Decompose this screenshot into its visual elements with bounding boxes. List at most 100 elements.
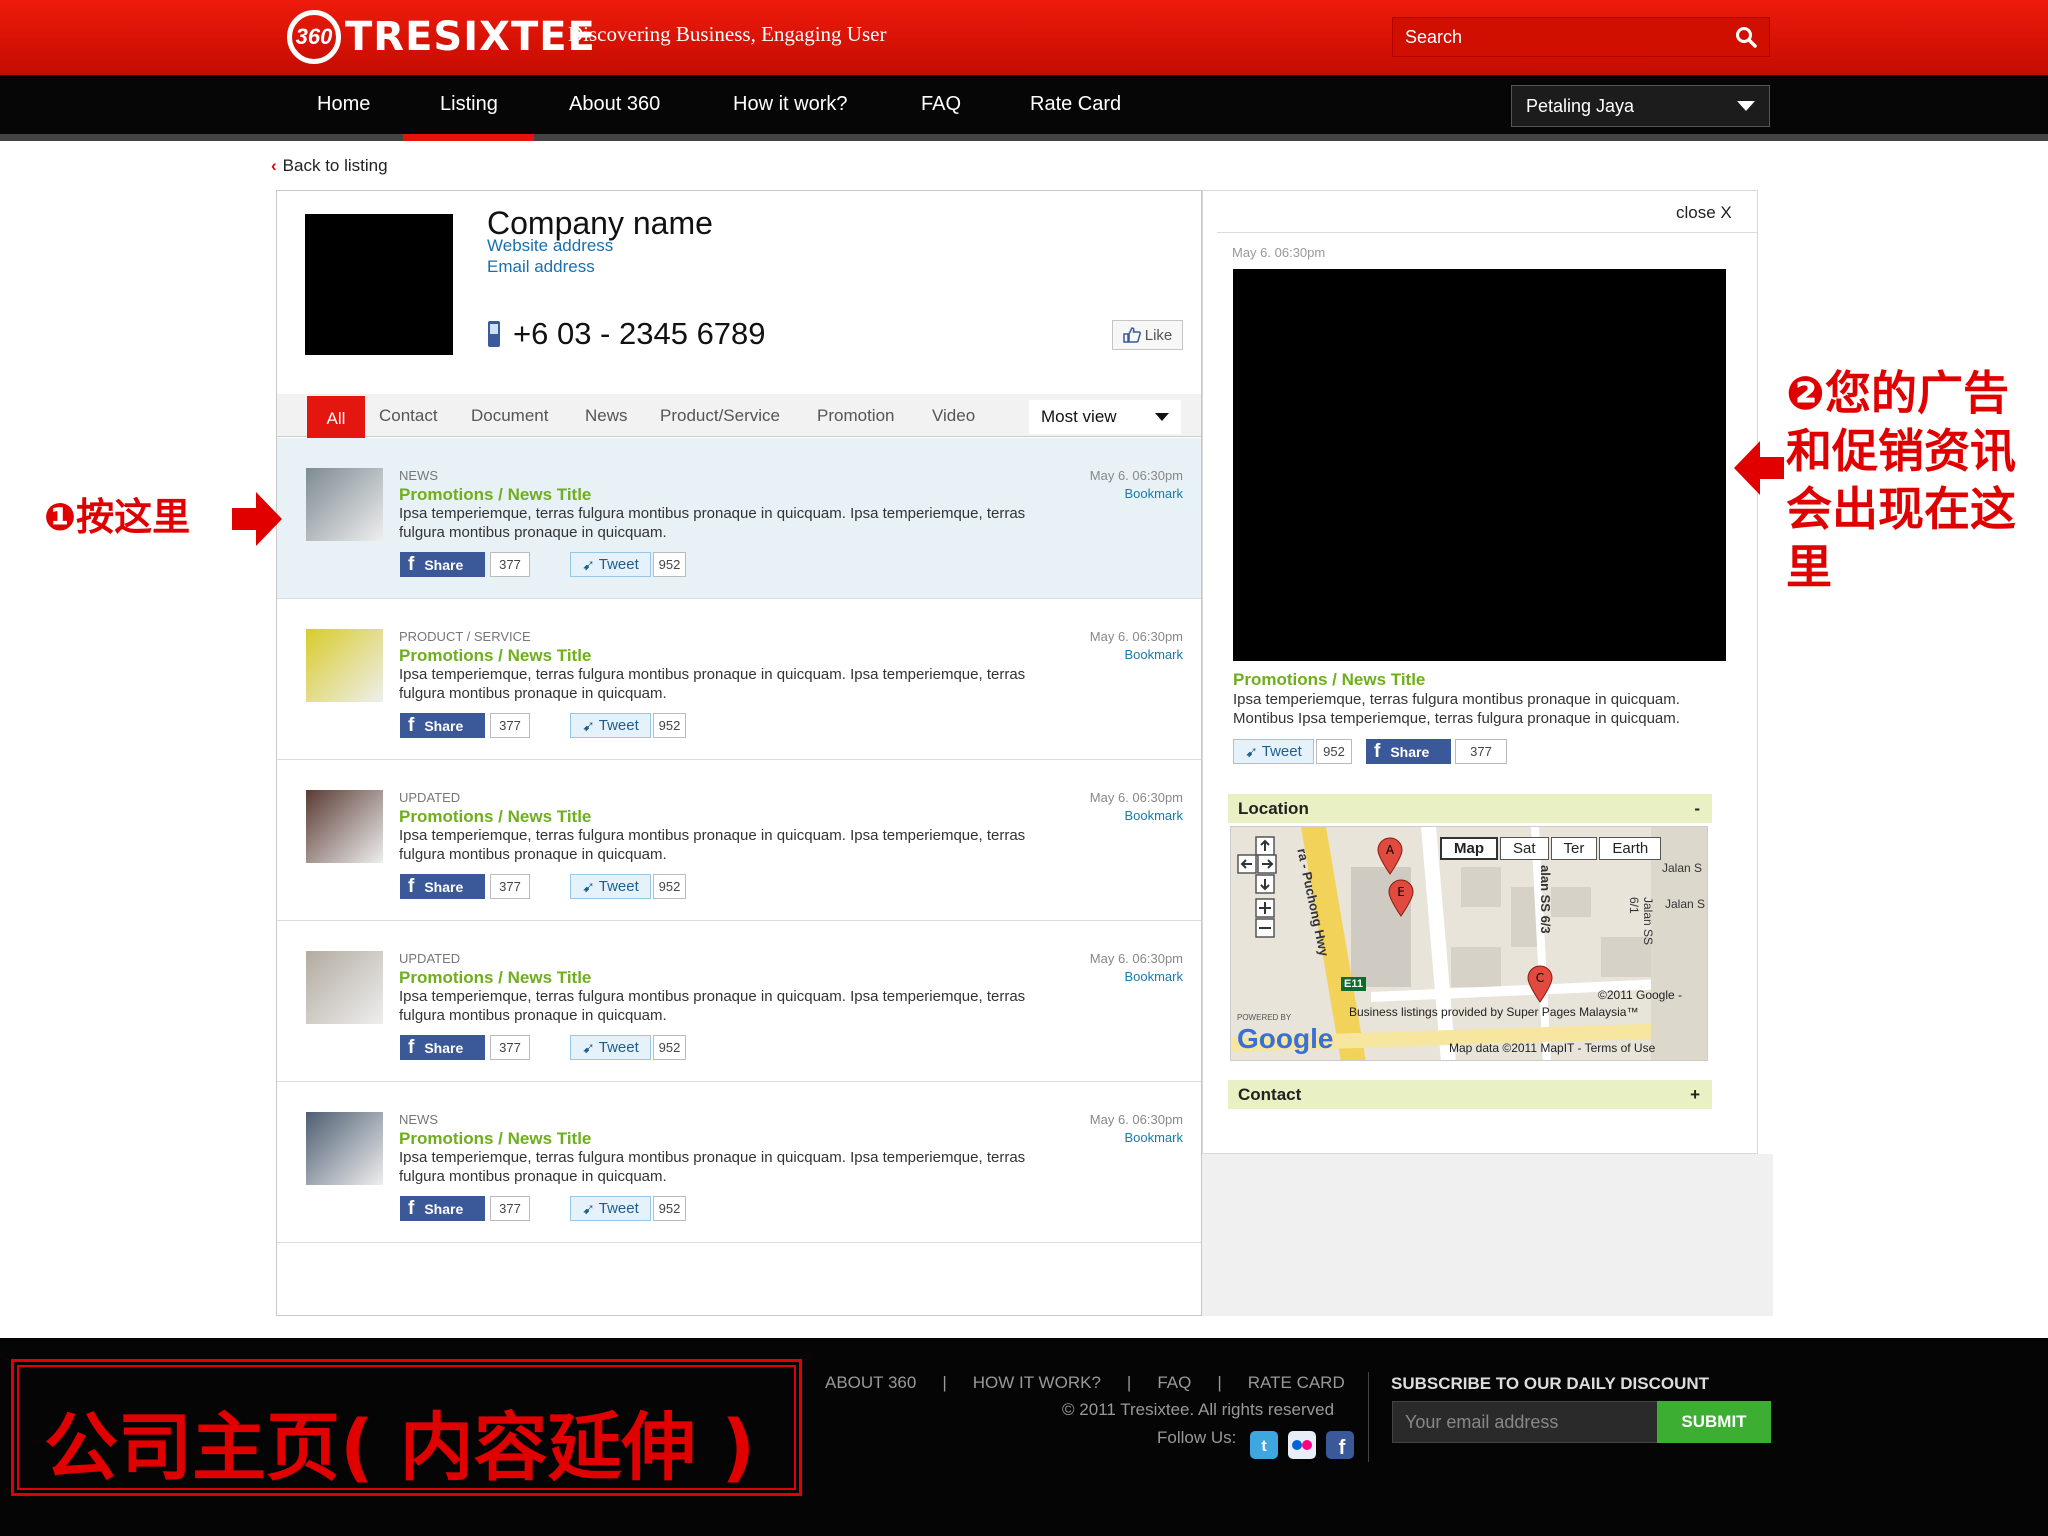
detail-tweet-button[interactable]: ➹ Tweet bbox=[1233, 739, 1314, 764]
facebook-share-button[interactable]: f Share bbox=[400, 713, 485, 738]
tweet-button[interactable]: ➹ Tweet bbox=[570, 713, 651, 738]
tab-promotion[interactable]: Promotion bbox=[817, 406, 894, 426]
like-button[interactable]: Like bbox=[1112, 320, 1183, 350]
listing-date: May 6. 06:30pm bbox=[1089, 629, 1183, 644]
map-business-listings: Business listings provided by Super Page… bbox=[1349, 1005, 1639, 1019]
listing-title[interactable]: Promotions / News Title bbox=[399, 968, 591, 988]
tab-video[interactable]: Video bbox=[932, 406, 975, 426]
footer-link-about[interactable]: ABOUT 360 bbox=[825, 1373, 916, 1393]
tab-contact[interactable]: Contact bbox=[379, 406, 438, 426]
expand-icon[interactable]: + bbox=[1690, 1085, 1700, 1105]
nav-how-it-works[interactable]: How it work? bbox=[733, 93, 847, 116]
tab-all[interactable]: All bbox=[307, 396, 365, 441]
bookmark-link[interactable]: Bookmark bbox=[1124, 486, 1183, 501]
detail-share-button[interactable]: f Share bbox=[1366, 739, 1451, 764]
share-count: 377 bbox=[490, 1035, 530, 1060]
search-icon[interactable] bbox=[1735, 26, 1757, 48]
facebook-share-button[interactable]: f Share bbox=[400, 874, 485, 899]
detail-title[interactable]: Promotions / News Title bbox=[1233, 670, 1425, 690]
subscribe-email-input[interactable]: Your email address bbox=[1392, 1401, 1658, 1443]
detail-media[interactable] bbox=[1233, 269, 1726, 661]
site-logo[interactable]: 360 TRESIXTEE bbox=[287, 10, 596, 64]
search-input[interactable]: Search bbox=[1392, 17, 1770, 57]
sort-select[interactable]: Most view bbox=[1029, 400, 1181, 434]
listing-thumbnail[interactable] bbox=[306, 951, 383, 1024]
map-route-badge: E11 bbox=[1341, 977, 1366, 991]
bookmark-link[interactable]: Bookmark bbox=[1124, 969, 1183, 984]
twitter-icon[interactable]: t bbox=[1250, 1431, 1278, 1459]
tweet-button[interactable]: ➹ Tweet bbox=[570, 1196, 651, 1221]
twitter-bird-icon: ➹ bbox=[582, 556, 595, 574]
nav-faq[interactable]: FAQ bbox=[921, 93, 961, 116]
email-link[interactable]: Email address bbox=[487, 257, 713, 277]
bookmark-link[interactable]: Bookmark bbox=[1124, 1130, 1183, 1145]
map-type-sat[interactable]: Sat bbox=[1500, 837, 1549, 860]
twitter-bird-icon: ➹ bbox=[1245, 743, 1258, 761]
nav-rate-card[interactable]: Rate Card bbox=[1030, 93, 1121, 116]
footer-link-rate-card[interactable]: RATE CARD bbox=[1248, 1373, 1345, 1393]
listing-description: Ipsa temperiemque, terras fulgura montib… bbox=[399, 827, 1026, 863]
listing-row[interactable]: NEWS Promotions / News Title Ipsa temperie… bbox=[277, 438, 1201, 599]
marker-label: C bbox=[1536, 971, 1544, 985]
tweet-button[interactable]: ➹ Tweet bbox=[570, 874, 651, 899]
facebook-icon: f bbox=[1374, 740, 1381, 762]
share-label: Share bbox=[424, 878, 464, 895]
chevron-down-icon bbox=[1155, 413, 1169, 421]
listing-description: Ipsa temperiemque, terras fulgura montib… bbox=[399, 988, 1026, 1024]
facebook-icon: f bbox=[408, 553, 415, 575]
facebook-share-button[interactable]: f Share bbox=[400, 1035, 485, 1060]
footer-divider bbox=[1368, 1372, 1369, 1462]
nav-about[interactable]: About 360 bbox=[569, 93, 660, 116]
tab-document[interactable]: Document bbox=[471, 406, 548, 426]
detail-date: May 6. 06:30pm bbox=[1232, 245, 1326, 260]
map-terms[interactable]: Map data ©2011 MapIT - Terms of Use bbox=[1449, 1041, 1655, 1055]
close-button[interactable]: close X bbox=[1676, 203, 1732, 223]
location-section-header[interactable]: Location - bbox=[1228, 794, 1712, 823]
facebook-share-button[interactable]: f Share bbox=[400, 552, 485, 577]
listing-row[interactable]: UPDATED Promotions / News Title Ipsa tempe… bbox=[277, 921, 1201, 1082]
company-name: Company name bbox=[487, 205, 713, 241]
footer-link-how[interactable]: HOW IT WORK? bbox=[973, 1373, 1101, 1393]
listing-row[interactable]: UPDATED Promotions / News Title Ipsa tempe… bbox=[277, 760, 1201, 921]
like-label: Like bbox=[1144, 326, 1173, 344]
region-select[interactable]: Petaling Jaya bbox=[1511, 85, 1770, 127]
listing-row[interactable]: NEWS Promotions / News Title Ipsa temperie… bbox=[277, 1082, 1201, 1243]
bookmark-link[interactable]: Bookmark bbox=[1124, 647, 1183, 662]
back-arrow-icon: ‹ bbox=[271, 156, 277, 175]
bookmark-link[interactable]: Bookmark bbox=[1124, 808, 1183, 823]
listing-title[interactable]: Promotions / News Title bbox=[399, 807, 591, 827]
listing-thumbnail[interactable] bbox=[306, 1112, 383, 1185]
listing-row[interactable]: PRODUCT / SERVICE Promotions / News Title… bbox=[277, 599, 1201, 760]
tab-news[interactable]: News bbox=[585, 406, 628, 426]
tweet-button[interactable]: ➹ Tweet bbox=[570, 1035, 651, 1060]
back-link[interactable]: ‹ Back to listing bbox=[271, 156, 388, 176]
footer-separator: | bbox=[1126, 1373, 1132, 1392]
map-type-ter[interactable]: Ter bbox=[1550, 837, 1598, 860]
listing-thumbnail[interactable] bbox=[306, 790, 383, 863]
listing-thumbnail[interactable] bbox=[306, 468, 383, 541]
site-tagline: Discovering Business, Engaging User bbox=[568, 22, 887, 46]
subscribe-submit-button[interactable]: SUBMIT bbox=[1657, 1401, 1771, 1443]
location-map[interactable]: Map Sat Ter Earth ra - Puchong Hwy alan … bbox=[1230, 826, 1708, 1061]
tweet-label: Tweet bbox=[598, 717, 639, 734]
map-type-map[interactable]: Map bbox=[1440, 837, 1498, 860]
facebook-icon[interactable]: f bbox=[1326, 1431, 1354, 1459]
listing-title[interactable]: Promotions / News Title bbox=[399, 646, 591, 666]
nav-home[interactable]: Home bbox=[317, 93, 370, 116]
listing-title[interactable]: Promotions / News Title bbox=[399, 485, 591, 505]
contact-section-header[interactable]: Contact + bbox=[1228, 1080, 1712, 1109]
listing-thumbnail[interactable] bbox=[306, 629, 383, 702]
footer-link-faq[interactable]: FAQ bbox=[1157, 1373, 1191, 1393]
map-pan-zoom-controls[interactable] bbox=[1234, 833, 1294, 953]
nav-listing[interactable]: Listing bbox=[440, 93, 498, 116]
map-marker-e[interactable]: E bbox=[1388, 879, 1414, 922]
tweet-button[interactable]: ➹ Tweet bbox=[570, 552, 651, 577]
flickr-icon[interactable] bbox=[1288, 1431, 1316, 1459]
listing-title[interactable]: Promotions / News Title bbox=[399, 1129, 591, 1149]
facebook-share-button[interactable]: f Share bbox=[400, 1196, 485, 1221]
map-type-earth[interactable]: Earth bbox=[1599, 837, 1662, 860]
collapse-icon[interactable]: - bbox=[1694, 799, 1700, 819]
map-marker-a[interactable]: A bbox=[1377, 837, 1403, 880]
tab-product-service[interactable]: Product/Service bbox=[660, 406, 780, 426]
map-marker-c[interactable]: C bbox=[1527, 965, 1553, 1008]
